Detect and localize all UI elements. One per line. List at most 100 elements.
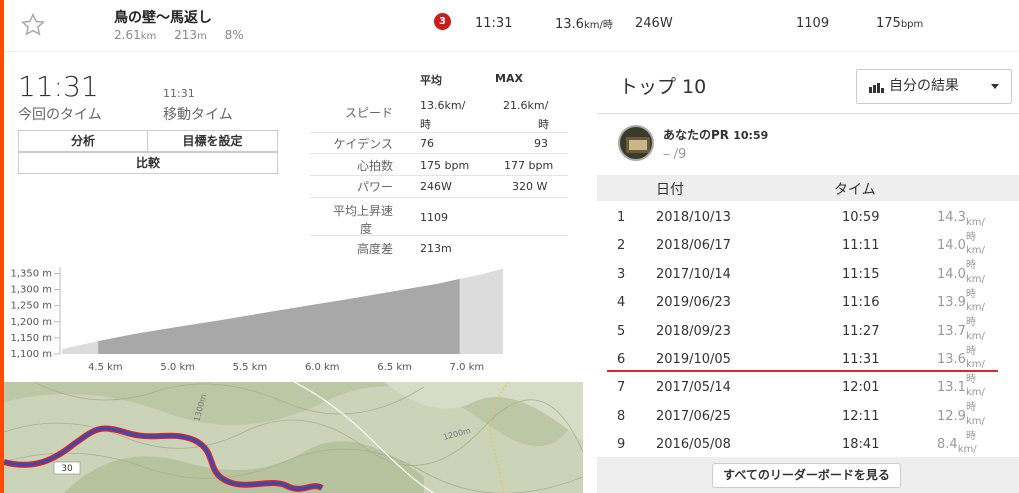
filter-label: 自分の結果 [889, 78, 959, 94]
divider [310, 153, 568, 154]
x-tick-label: 7.0 km [450, 362, 485, 373]
results-filter-dropdown[interactable]: 自分の結果 [856, 69, 1012, 104]
row-rank: 9 [617, 437, 626, 453]
leaderboard-row[interactable]: 2 2018/06/17 11:11 14.0 km/時 [597, 231, 1019, 272]
row-time: 11:11 [842, 238, 880, 254]
effort-time: 11:31 [475, 16, 513, 31]
row-date[interactable]: 2017/10/14 [656, 267, 731, 282]
row-speed: 14.0 km/時 [937, 238, 985, 272]
row-time: 12:01 [842, 380, 880, 396]
leaderboard-header: 日付 タイム [597, 175, 1019, 201]
power-avg: 246W [420, 180, 452, 193]
effort-vam: 1109 [796, 16, 830, 31]
effort-time-label: 今回のタイム [18, 107, 102, 123]
speed-label: スピード [344, 106, 393, 120]
row-rank: 5 [617, 323, 626, 339]
row-date[interactable]: 2019/06/23 [656, 295, 731, 310]
row-rank: 7 [617, 380, 626, 396]
analysis-button[interactable]: 分析 [18, 130, 148, 152]
cadence-max: 93 [534, 137, 548, 150]
segment-stats: 2.61km 213m 8% [114, 28, 258, 42]
row-time: 12:11 [842, 408, 880, 424]
row-rank: 6 [617, 352, 626, 367]
effort-speed: 13.6km/時 [555, 17, 613, 32]
segment-grade: 8% [224, 28, 244, 42]
row-date[interactable]: 2016/05/08 [656, 437, 731, 452]
current-effort-highlight [607, 370, 998, 372]
leaderboard-row[interactable]: 4 2019/06/23 11:16 13.9 km/時 [597, 288, 1019, 329]
leaderboard-row[interactable]: 3 2017/10/14 11:15 14.0 km/時 [597, 260, 1019, 300]
leaderboard-footer: すべてのリーダーボードを見る [597, 457, 1019, 493]
bar-chart-icon [869, 83, 884, 93]
row-rank: 3 [617, 266, 626, 282]
cadence-avg: 76 [420, 137, 434, 150]
row-date[interactable]: 2018/09/23 [656, 324, 731, 339]
vam-avg: 1109 [420, 211, 448, 224]
row-time: 18:41 [842, 437, 880, 453]
pr-rank: – /9 [663, 147, 687, 162]
leaderboard-row[interactable]: 1 2018/10/13 10:59 14.3 km/時 [597, 203, 1019, 243]
leaderboard-row[interactable]: 7 2017/05/14 12:01 13.1 km/時 [597, 373, 1019, 413]
x-tick-label: 5.5 km [233, 362, 268, 373]
leaderboard-row[interactable]: 9 2016/05/08 18:41 8.4km/時 [597, 430, 1019, 470]
speed-max-unit: 時 [538, 118, 549, 131]
row-time: 11:27 [842, 323, 880, 339]
segment-name[interactable]: 鳥の壁〜馬返し [114, 7, 212, 27]
y-tick-label: 1,300 m [10, 285, 52, 296]
divider [310, 235, 568, 236]
moving-time: 11:31 [163, 87, 195, 100]
row-date[interactable]: 2017/05/14 [656, 380, 731, 395]
see-all-leaderboards-button[interactable]: すべてのリーダーボードを見る [712, 463, 901, 488]
leaderboard-row[interactable]: 8 2017/06/25 12:11 12.9 km/時 [597, 402, 1019, 442]
row-time: 10:59 [842, 210, 880, 225]
pr-label: あなたのPR 10:59 [663, 128, 769, 142]
speed-max: 21.6km/ [503, 99, 549, 112]
heartrate-label: 心拍数 [356, 159, 393, 173]
y-tick-label: 1,250 m [10, 301, 52, 312]
vam-label: 平均上昇速 [332, 204, 393, 218]
elevation-gain-label: 高度差 [356, 242, 393, 256]
row-date[interactable]: 2019/10/05 [656, 352, 731, 367]
elevation-chart[interactable]: 1,350 m 1,300 m 1,250 m 1,200 m 1,150 m 1,100… [0, 262, 508, 377]
avatar[interactable] [618, 125, 654, 161]
power-max: 320 W [512, 180, 548, 193]
row-time: 11:31 [842, 352, 880, 367]
chevron-down-icon [991, 84, 999, 89]
segment-effort-row[interactable]: 鳥の壁〜馬返し 2.61km 213m 8% 3 11:31 13.6km/時 … [4, 0, 1019, 52]
leaderboard-row[interactable]: 6 2019/10/05 11:31 13.6 km/時 [597, 345, 1019, 385]
row-speed: 13.9 km/時 [937, 295, 985, 329]
y-tick-label: 1,350 m [10, 268, 52, 279]
leaderboard-row[interactable]: 5 2018/09/23 11:27 13.7 km/時 [597, 317, 1019, 357]
effort-time-large: 11:31 [18, 70, 99, 103]
row-rank: 8 [617, 408, 626, 424]
row-speed: 14.3 km/時 [937, 210, 985, 243]
power-label: パワー [356, 180, 393, 194]
col-date: 日付 [656, 182, 684, 198]
row-date[interactable]: 2018/10/13 [656, 210, 731, 225]
effort-heartrate: 175bpm [876, 16, 924, 31]
row-rank: 2 [617, 238, 626, 254]
row-speed: 12.9 km/時 [937, 408, 985, 442]
star-icon[interactable] [20, 12, 46, 38]
elevation-x-axis: 4.5 km 5.0 km 5.5 km 6.0 km 6.5 km 7.0 km [88, 362, 484, 373]
rank-badge: 3 [434, 13, 451, 30]
x-tick-label: 6.5 km [377, 362, 412, 373]
leaderboard-title: トップ 10 [619, 76, 707, 98]
elevation-gain-avg: 213m [420, 242, 452, 255]
segment-elevation-area [98, 278, 460, 354]
divider [310, 132, 568, 133]
row-date[interactable]: 2018/06/17 [656, 238, 731, 253]
row-date[interactable]: 2017/06/25 [656, 409, 731, 424]
heartrate-max: 177 bpm [504, 159, 554, 172]
row-speed: 14.0 km/時 [937, 266, 985, 300]
route-map[interactable]: 30 1300m 1200m [4, 382, 583, 493]
road-number-label: 30 [61, 464, 73, 474]
map-canvas: 30 1300m 1200m [4, 382, 583, 493]
compare-button[interactable]: 比較 [18, 152, 278, 174]
row-speed: 13.6 km/時 [937, 352, 985, 385]
row-rank: 1 [617, 210, 626, 225]
set-goal-button[interactable]: 目標を設定 [147, 130, 278, 152]
speed-avg: 13.6km/ [420, 99, 466, 112]
segment-elevation: 213m [174, 28, 207, 42]
segment-distance: 2.61km [114, 28, 157, 42]
